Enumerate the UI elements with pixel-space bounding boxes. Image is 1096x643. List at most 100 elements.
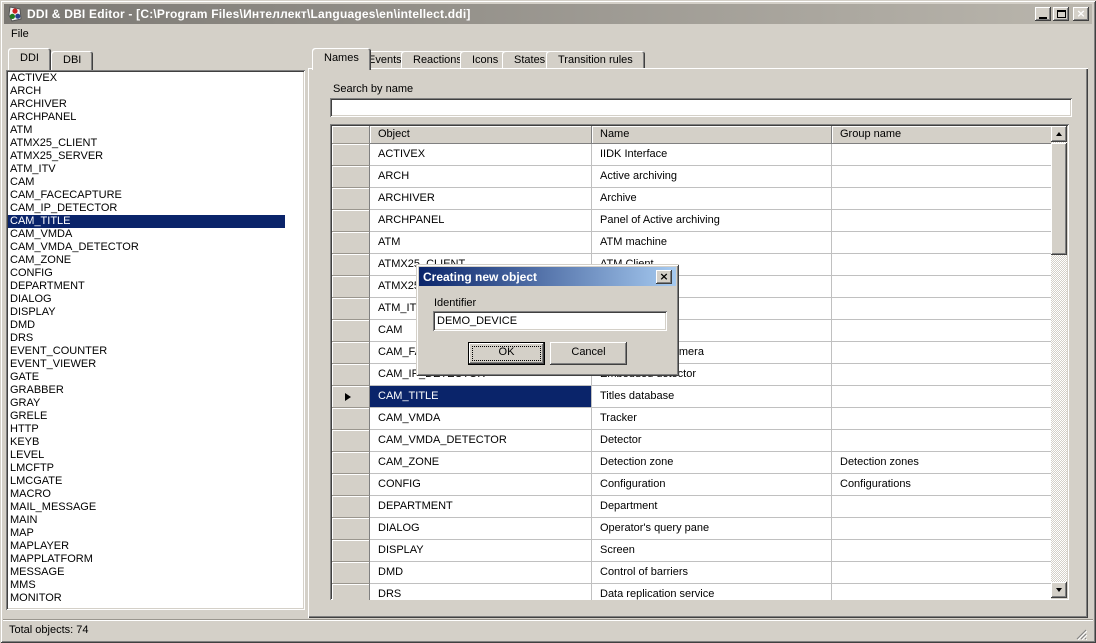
identifier-input[interactable] (433, 311, 667, 331)
object-cell[interactable]: ARCHPANEL (370, 210, 592, 232)
group-name-cell[interactable] (832, 364, 1051, 386)
group-name-cell[interactable]: Configurations (832, 474, 1051, 496)
name-cell[interactable]: Data replication service (592, 584, 832, 600)
minimize-button[interactable] (1035, 7, 1051, 21)
row-selector-cell[interactable] (332, 386, 370, 408)
list-item[interactable]: MMS (8, 579, 285, 592)
group-name-cell[interactable] (832, 408, 1051, 430)
list-item[interactable]: CAM_VMDA_DETECTOR (8, 241, 285, 254)
name-cell[interactable]: IIDK Interface (592, 144, 832, 166)
list-item[interactable]: CAM_ZONE (8, 254, 285, 267)
list-item[interactable]: MACRO (8, 488, 285, 501)
dialog-title-bar[interactable]: Creating new object × (419, 267, 676, 286)
name-cell[interactable]: Department (592, 496, 832, 518)
list-item[interactable]: ARCHPANEL (8, 111, 285, 124)
row-selector-cell[interactable] (332, 518, 370, 540)
table-row[interactable]: DMD Control of barriers (332, 562, 1051, 584)
row-selector-cell[interactable] (332, 320, 370, 342)
row-selector-cell[interactable] (332, 540, 370, 562)
close-button[interactable]: × (1073, 7, 1089, 21)
header-indicator-column[interactable] (332, 126, 370, 144)
table-row[interactable]: CAM_VMDA_DETECTOR Detector (332, 430, 1051, 452)
object-cell[interactable]: CAM_TITLE (370, 386, 592, 408)
list-item[interactable]: EVENT_COUNTER (8, 345, 285, 358)
ok-button[interactable]: OK (468, 342, 545, 365)
table-row[interactable]: ARCHIVER Archive (332, 188, 1051, 210)
list-item[interactable]: MAP (8, 527, 285, 540)
name-cell[interactable]: Detector (592, 430, 832, 452)
header-name-column[interactable]: Name (592, 126, 832, 144)
row-selector-cell[interactable] (332, 584, 370, 600)
object-cell[interactable]: CAM_VMDA_DETECTOR (370, 430, 592, 452)
row-selector-cell[interactable] (332, 452, 370, 474)
row-selector-cell[interactable] (332, 342, 370, 364)
group-name-cell[interactable] (832, 342, 1051, 364)
list-item[interactable]: CAM_VMDA (8, 228, 285, 241)
list-item[interactable]: ATMX25_CLIENT (8, 137, 285, 150)
name-cell[interactable]: Archive (592, 188, 832, 210)
menu-item-file[interactable]: File (4, 25, 36, 43)
list-item[interactable]: CAM_IP_DETECTOR (8, 202, 285, 215)
row-selector-cell[interactable] (332, 210, 370, 232)
object-cell[interactable]: DIALOG (370, 518, 592, 540)
name-cell[interactable]: Screen (592, 540, 832, 562)
object-cell[interactable]: CAM_ZONE (370, 452, 592, 474)
list-item[interactable]: MAIL_MESSAGE (8, 501, 285, 514)
object-cell[interactable]: ARCHIVER (370, 188, 592, 210)
group-name-cell[interactable] (832, 320, 1051, 342)
object-cell[interactable]: ACTIVEX (370, 144, 592, 166)
group-name-cell[interactable] (832, 232, 1051, 254)
row-selector-cell[interactable] (332, 232, 370, 254)
list-item[interactable]: DIALOG (8, 293, 285, 306)
table-row[interactable]: DISPLAY Screen (332, 540, 1051, 562)
app-icon[interactable] (7, 6, 23, 22)
table-row[interactable]: CAM_TITLE Titles database (332, 386, 1051, 408)
row-selector-cell[interactable] (332, 474, 370, 496)
maximize-button[interactable] (1053, 7, 1069, 21)
list-item[interactable]: CAM_FACECAPTURE (8, 189, 285, 202)
table-row[interactable]: DEPARTMENT Department (332, 496, 1051, 518)
cancel-button[interactable]: Cancel (550, 342, 627, 365)
object-cell[interactable]: ATM (370, 232, 592, 254)
table-row[interactable]: CAM_VMDA Tracker (332, 408, 1051, 430)
object-cell[interactable]: DISPLAY (370, 540, 592, 562)
group-name-cell[interactable] (832, 496, 1051, 518)
list-item[interactable]: KEYB (8, 436, 285, 449)
row-selector-cell[interactable] (332, 166, 370, 188)
table-row[interactable]: ACTIVEX IIDK Interface (332, 144, 1051, 166)
list-item[interactable]: CAM (8, 176, 285, 189)
object-cell[interactable]: DEPARTMENT (370, 496, 592, 518)
name-cell[interactable]: Configuration (592, 474, 832, 496)
table-row[interactable]: ARCHPANEL Panel of Active archiving (332, 210, 1051, 232)
list-item[interactable]: ARCHIVER (8, 98, 285, 111)
row-selector-cell[interactable] (332, 298, 370, 320)
tab-ddi[interactable]: DDI (8, 48, 51, 70)
table-row[interactable]: DIALOG Operator's query pane (332, 518, 1051, 540)
row-selector-cell[interactable] (332, 496, 370, 518)
row-selector-cell[interactable] (332, 276, 370, 298)
object-cell[interactable]: CAM_VMDA (370, 408, 592, 430)
row-selector-cell[interactable] (332, 188, 370, 210)
tab-dbi[interactable]: DBI (51, 51, 93, 70)
list-item[interactable]: MAIN (8, 514, 285, 527)
list-item[interactable]: EVENT_VIEWER (8, 358, 285, 371)
list-item[interactable]: DISPLAY (8, 306, 285, 319)
list-item[interactable]: MONITOR (8, 592, 285, 605)
list-item[interactable]: MESSAGE (8, 566, 285, 579)
group-name-cell[interactable] (832, 386, 1051, 408)
list-item[interactable]: CAM_TITLE (8, 215, 285, 228)
object-cell[interactable]: ARCH (370, 166, 592, 188)
group-name-cell[interactable] (832, 276, 1051, 298)
list-item[interactable]: LMCGATE (8, 475, 285, 488)
group-name-cell[interactable] (832, 298, 1051, 320)
name-cell[interactable]: Detection zone (592, 452, 832, 474)
group-name-cell[interactable]: Detection zones (832, 452, 1051, 474)
header-group-name-column[interactable]: Group name (832, 126, 1051, 144)
list-item[interactable]: DMD (8, 319, 285, 332)
group-name-cell[interactable] (832, 188, 1051, 210)
list-item[interactable]: LEVEL (8, 449, 285, 462)
list-item[interactable]: ATM (8, 124, 285, 137)
search-input[interactable] (330, 98, 1072, 117)
group-name-cell[interactable] (832, 562, 1051, 584)
row-selector-cell[interactable] (332, 408, 370, 430)
